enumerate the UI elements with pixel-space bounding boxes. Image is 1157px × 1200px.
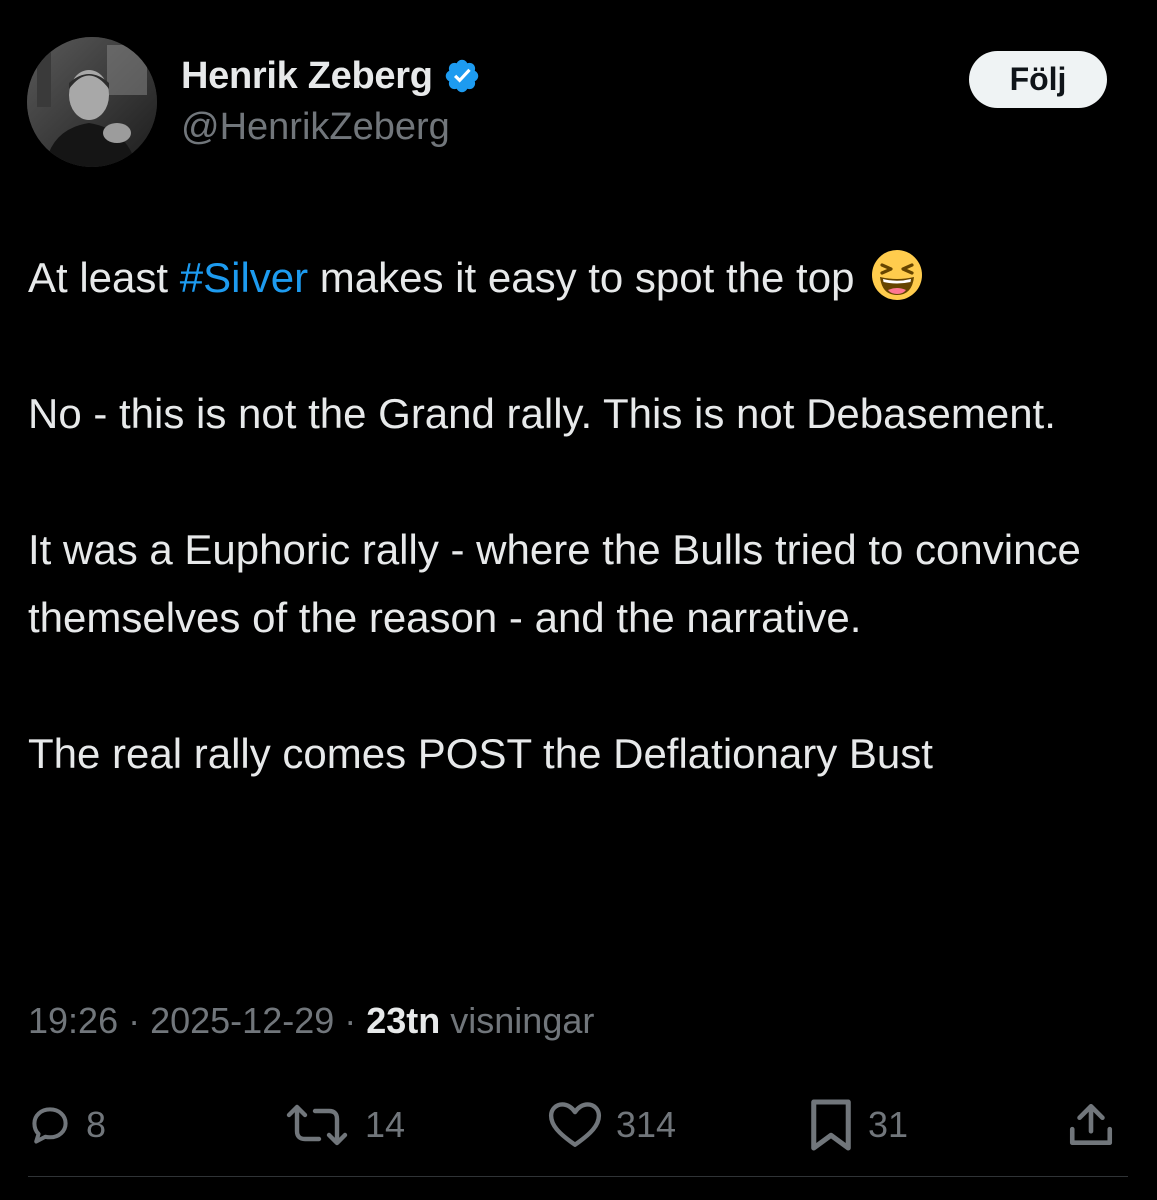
- meta-separator: ·: [334, 1000, 367, 1041]
- views-count: 23tn: [366, 1000, 441, 1041]
- author-name-row: Henrik Zeberg: [181, 52, 481, 100]
- tweet-text: At least #Silver makes it easy to spot t…: [28, 244, 1128, 856]
- bookmark-count: 31: [868, 1104, 909, 1145]
- verified-badge-icon[interactable]: [443, 57, 481, 95]
- tweet-date[interactable]: 2025-12-29: [150, 1000, 334, 1041]
- bookmark-icon: [808, 1097, 854, 1153]
- reply-button[interactable]: 8: [28, 1095, 106, 1155]
- grinning-squinting-emoji-icon: [870, 248, 924, 302]
- avatar[interactable]: [27, 37, 157, 167]
- bookmark-button[interactable]: 31: [808, 1095, 908, 1155]
- views-label: visningar: [440, 1000, 595, 1041]
- tweet-paragraph-1: At least #Silver makes it easy to spot t…: [28, 244, 1128, 312]
- share-icon: [1066, 1099, 1116, 1151]
- author-handle[interactable]: @HenrikZeberg: [181, 106, 450, 149]
- divider: [28, 1176, 1128, 1177]
- like-icon: [548, 1101, 602, 1149]
- meta-separator: ·: [118, 1000, 151, 1041]
- tweet-text-segment: makes it easy to spot the top: [308, 254, 855, 301]
- action-bar: 8 14 314 31: [0, 1095, 1157, 1155]
- tweet-time[interactable]: 19:26: [28, 1000, 118, 1041]
- tweet-text-segment: At least: [28, 254, 180, 301]
- author-display-name[interactable]: Henrik Zeberg: [181, 55, 433, 98]
- follow-button[interactable]: Följ: [969, 51, 1107, 108]
- tweet-paragraph-3: It was a Euphoric rally - where the Bull…: [28, 526, 1081, 641]
- repost-count: 14: [365, 1104, 406, 1145]
- tweet: Henrik Zeberg @HenrikZeberg Följ At leas…: [0, 0, 1157, 1200]
- like-count: 314: [616, 1104, 677, 1145]
- share-button[interactable]: [1066, 1095, 1116, 1155]
- tweet-paragraph-2: No - this is not the Grand rally. This i…: [28, 390, 1056, 437]
- reply-count: 8: [86, 1104, 107, 1145]
- tweet-meta: 19:26 · 2025-12-29 · 23tn visningar: [28, 1000, 594, 1042]
- hashtag-link[interactable]: #Silver: [180, 254, 308, 301]
- repost-button[interactable]: 14: [283, 1095, 405, 1155]
- repost-icon: [283, 1103, 351, 1147]
- like-button[interactable]: 314: [548, 1095, 676, 1155]
- reply-icon: [28, 1103, 72, 1147]
- tweet-paragraph-4: The real rally comes POST the Deflationa…: [28, 730, 933, 777]
